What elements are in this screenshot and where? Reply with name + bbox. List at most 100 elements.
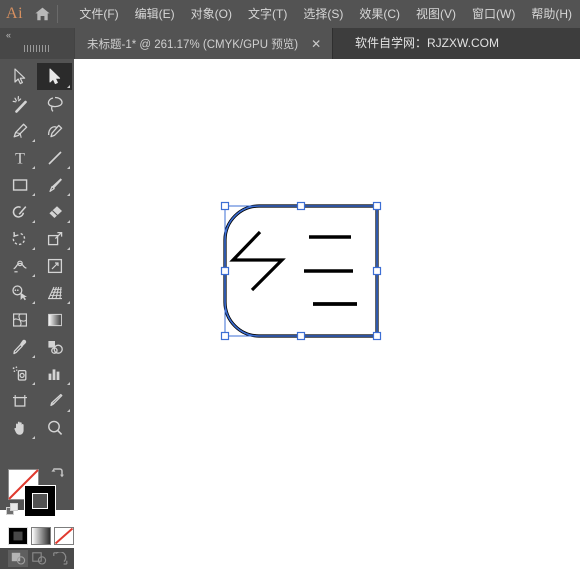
flyout-indicator-icon[interactable] — [32, 139, 35, 142]
menu-object[interactable]: 对象(O) — [183, 0, 240, 28]
flyout-indicator-icon[interactable] — [67, 382, 70, 385]
document-tab[interactable]: 未标题-1* @ 261.17% (CMYK/GPU 预览) ✕ — [75, 28, 334, 59]
gradient-icon — [47, 313, 62, 326]
menu-items: 文件(F) 编辑(E) 对象(O) 文字(T) 选择(S) 效果(C) 视图(V… — [71, 0, 580, 28]
draw-inside-button[interactable] — [50, 550, 70, 567]
width-icon — [12, 260, 27, 272]
draw-behind-icon — [31, 552, 46, 565]
paintbrush-tool[interactable] — [37, 171, 72, 198]
magic-wand-tool[interactable] — [2, 90, 37, 117]
handle-top-right[interactable] — [372, 201, 382, 211]
lightning-zigzag[interactable] — [229, 230, 286, 292]
menu-file[interactable]: 文件(F) — [71, 0, 126, 28]
handle-bottom-center[interactable] — [296, 331, 306, 341]
collapse-panel-icon[interactable]: « — [6, 30, 11, 40]
selection-tool[interactable] — [2, 63, 37, 90]
flyout-indicator-icon[interactable] — [67, 166, 70, 169]
curvature-pen-icon — [47, 124, 62, 137]
menu-help[interactable]: 帮助(H) — [523, 0, 580, 28]
draw-mode-row — [0, 548, 74, 569]
artwork-layer — [220, 201, 382, 341]
home-button[interactable] — [29, 0, 56, 28]
handle-middle-left[interactable] — [220, 266, 230, 276]
tool-panel-header: « — [0, 28, 74, 59]
slice-tool[interactable] — [37, 387, 72, 414]
gradient-tool[interactable] — [37, 306, 72, 333]
column-graph-tool[interactable] — [37, 360, 72, 387]
draw-normal-button[interactable] — [8, 550, 28, 567]
line-segment-tool[interactable] — [37, 144, 72, 171]
handle-bottom-right[interactable] — [372, 331, 382, 341]
artboard-tool[interactable] — [2, 387, 37, 414]
menu-window[interactable]: 窗口(W) — [464, 0, 523, 28]
flyout-indicator-icon[interactable] — [67, 409, 70, 412]
flyout-indicator-icon[interactable] — [32, 436, 35, 439]
pen-tool[interactable] — [2, 117, 37, 144]
free-transform-tool[interactable] — [37, 252, 72, 279]
none-mode-button[interactable] — [54, 527, 74, 545]
stroke-color-swatch[interactable] — [24, 485, 56, 517]
flyout-indicator-icon[interactable] — [32, 247, 35, 250]
scale-tool[interactable] — [37, 225, 72, 252]
close-icon[interactable]: ✕ — [308, 37, 324, 51]
mesh-tool[interactable] — [2, 306, 37, 333]
canvas-area[interactable] — [74, 59, 580, 510]
menu-divider — [56, 5, 58, 23]
selection-path-highlight — [224, 205, 378, 337]
draw-behind-button[interactable] — [29, 550, 49, 567]
color-mode-button[interactable] — [8, 527, 28, 545]
menu-view[interactable]: 视图(V) — [408, 0, 464, 28]
flyout-indicator-icon[interactable] — [32, 274, 35, 277]
handle-top-center[interactable] — [296, 201, 306, 211]
rectangle-tool[interactable] — [2, 171, 37, 198]
flyout-indicator-icon[interactable] — [32, 382, 35, 385]
drag-grip-icon[interactable] — [24, 45, 50, 52]
column-graph-icon — [48, 368, 59, 380]
paintbrush-icon — [48, 177, 62, 192]
symbol-sprayer-tool[interactable] — [2, 360, 37, 387]
default-fill-stroke-icon[interactable] — [6, 503, 18, 515]
swap-fill-stroke-icon[interactable] — [50, 467, 64, 481]
shape-builder-tool[interactable] — [2, 279, 37, 306]
blend-tool[interactable] — [37, 333, 72, 360]
draw-inside-icon — [52, 552, 67, 565]
flyout-indicator-icon[interactable] — [67, 247, 70, 250]
home-icon — [35, 7, 50, 21]
handle-bottom-left[interactable] — [220, 331, 230, 341]
magic-wand-icon — [12, 95, 27, 113]
hand-tool[interactable] — [2, 414, 37, 441]
menu-select[interactable]: 选择(S) — [295, 0, 351, 28]
lasso-tool[interactable] — [37, 90, 72, 117]
menu-type[interactable]: 文字(T) — [240, 0, 295, 28]
handle-middle-right[interactable] — [372, 266, 382, 276]
perspective-grid-tool[interactable] — [37, 279, 72, 306]
flyout-indicator-icon[interactable] — [32, 355, 35, 358]
curvature-tool[interactable] — [37, 117, 72, 144]
menu-edit[interactable]: 编辑(E) — [127, 0, 183, 28]
gradient-mode-button[interactable] — [31, 527, 51, 545]
app-logo: Ai — [0, 0, 29, 28]
eyedropper-tool[interactable] — [2, 333, 37, 360]
selection-bounding-box — [224, 205, 378, 337]
scale-icon — [47, 231, 62, 245]
flyout-indicator-icon[interactable] — [67, 193, 70, 196]
flyout-indicator-icon[interactable] — [67, 85, 70, 88]
rounded-rectangle-path[interactable] — [223, 204, 379, 338]
menu-effect[interactable]: 效果(C) — [351, 0, 408, 28]
width-tool[interactable] — [2, 252, 37, 279]
eyedropper-icon — [12, 339, 26, 354]
flyout-indicator-icon[interactable] — [32, 301, 35, 304]
flyout-indicator-icon[interactable] — [67, 220, 70, 223]
eraser-tool[interactable] — [37, 198, 72, 225]
flyout-indicator-icon[interactable] — [32, 166, 35, 169]
direct-selection-tool[interactable] — [37, 63, 72, 90]
zoom-tool[interactable] — [37, 414, 72, 441]
selection-arrow-icon — [13, 68, 25, 85]
flyout-indicator-icon[interactable] — [32, 220, 35, 223]
rotate-tool[interactable] — [2, 225, 37, 252]
type-tool[interactable]: T — [2, 144, 37, 171]
flyout-indicator-icon[interactable] — [32, 193, 35, 196]
shaper-tool[interactable] — [2, 198, 37, 225]
handle-top-left[interactable] — [220, 201, 230, 211]
flyout-indicator-icon[interactable] — [67, 301, 70, 304]
